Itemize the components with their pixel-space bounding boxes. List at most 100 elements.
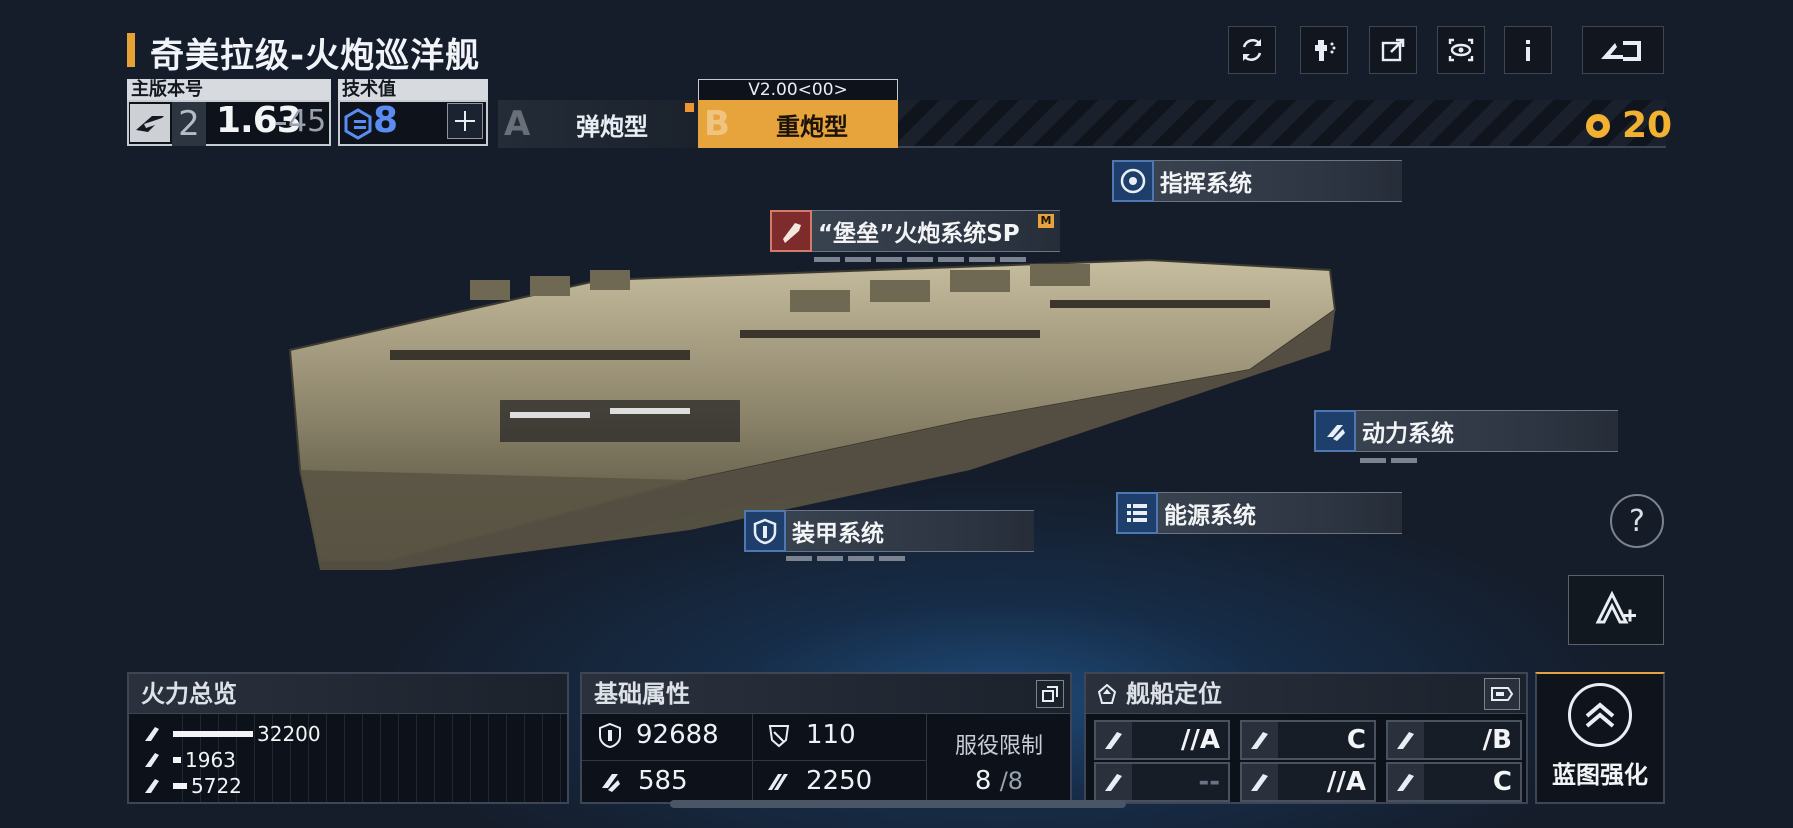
firepower-row: 5722 <box>143 774 242 798</box>
points-display: 20 <box>1584 105 1672 146</box>
mode-version-tag: V2.00<00> <box>698 79 898 101</box>
energy-shield-icon <box>602 774 620 792</box>
armor-value: 110 <box>806 720 856 750</box>
mode-b-letter: B <box>704 104 730 144</box>
weapon-icon <box>1096 722 1132 758</box>
plus-icon <box>455 111 475 131</box>
artillery-system-name: “堡垒”火炮系统SP <box>818 221 1020 247</box>
tab-mode-a[interactable]: A 弹炮型 <box>498 100 698 148</box>
back-button[interactable] <box>1582 26 1664 74</box>
firepower-value: 1963 <box>185 748 236 772</box>
refresh-icon <box>1242 38 1262 62</box>
shield-icon <box>1242 764 1278 800</box>
role-cell[interactable]: /B <box>1386 720 1522 760</box>
upgrade-button[interactable] <box>1568 575 1664 645</box>
energy-system-button[interactable]: 能源系统 <box>1116 492 1402 534</box>
gear-coin-icon <box>1586 113 1610 138</box>
hull-shield-icon <box>599 722 621 748</box>
notification-dot <box>685 103 694 112</box>
power-system-label: 动力系统 <box>1356 410 1618 452</box>
role-cell[interactable]: C <box>1386 762 1522 802</box>
shell-icon <box>770 210 812 252</box>
tech-add-button[interactable] <box>447 103 483 139</box>
speed-value: 2250 <box>806 766 873 796</box>
role-title-text: 舰船定位 <box>1126 680 1222 708</box>
scrollbar[interactable] <box>670 800 1126 808</box>
expand-button[interactable] <box>1036 680 1064 708</box>
version-sub: 45 <box>288 104 327 139</box>
refresh-button[interactable] <box>1228 26 1276 74</box>
role-cell[interactable]: -- <box>1094 762 1230 802</box>
list-icon <box>1116 492 1158 534</box>
help-button[interactable]: ? <box>1610 494 1664 548</box>
role-grade: //A <box>1180 725 1220 755</box>
firepower-bar <box>173 731 253 737</box>
armor-system-button[interactable]: 装甲系统 <box>744 510 1034 552</box>
page-title: 奇美拉级-火炮巡洋舰 <box>150 36 481 76</box>
info-icon <box>1526 40 1530 61</box>
armor-system-label: 装甲系统 <box>786 510 1034 552</box>
power-system-button[interactable]: 动力系统 <box>1314 410 1618 452</box>
title-accent <box>127 33 135 67</box>
stat-divider <box>752 714 753 804</box>
share-icon <box>1381 38 1405 62</box>
firepower-bar <box>173 783 187 789</box>
spray-icon <box>1315 40 1336 61</box>
points-value: 20 <box>1622 105 1673 146</box>
weapon-icon <box>1242 722 1278 758</box>
thruster-icon <box>1314 410 1356 452</box>
role-grade: C <box>1346 725 1366 755</box>
role-cell[interactable]: C <box>1240 720 1376 760</box>
firepower-row: 1963 <box>143 748 236 772</box>
hp-stat: 92688 <box>598 720 719 750</box>
blueprint-upgrade-button[interactable]: 蓝图强化 <box>1535 672 1665 804</box>
tech-value: 8 <box>373 100 399 141</box>
role-cell[interactable]: //A <box>1240 762 1376 802</box>
power-level-pips <box>1360 458 1417 463</box>
hp-value: 92688 <box>636 720 719 750</box>
mk-badge: M <box>1038 214 1054 228</box>
shield-stat: 585 <box>598 766 688 796</box>
back-icon <box>1601 41 1641 61</box>
mode-b-name: 重炮型 <box>776 112 848 141</box>
weapon-icon <box>1388 722 1424 758</box>
command-system-button[interactable]: 指挥系统 <box>1112 160 1402 202</box>
artillery-system-button[interactable]: “堡垒”火炮系统SP M <box>770 210 1060 252</box>
weapon-icon <box>145 779 159 793</box>
copy-icon <box>1042 686 1058 702</box>
base-stats-panel: 基础属性 92688 110 585 2250 服役限制 8 /8 <box>580 672 1072 804</box>
role-panel: 舰船定位 //A C/B -- //A C <box>1084 672 1528 804</box>
shield-icon <box>744 510 786 552</box>
eye-icon <box>1448 38 1474 62</box>
target-icon <box>1096 764 1132 800</box>
service-limit-value: 8 /8 <box>926 766 1072 796</box>
rank-up-icon <box>1595 590 1636 624</box>
artillery-system-label: “堡垒”火炮系统SP M <box>812 210 1060 252</box>
speed-icon <box>768 774 788 790</box>
paint-button[interactable] <box>1300 26 1348 74</box>
role-detail-button[interactable] <box>1484 678 1520 710</box>
firepower-panel: 火力总览 32200 1963 5722 <box>127 672 569 804</box>
view-button[interactable] <box>1437 26 1485 74</box>
stat-divider <box>582 760 926 761</box>
question-icon: ? <box>1629 503 1645 539</box>
artillery-level-pips <box>814 257 1026 262</box>
weapon-icon <box>145 727 159 741</box>
base-stats-title: 基础属性 <box>582 674 1070 714</box>
tech-icon <box>344 108 372 140</box>
role-grade: /B <box>1482 725 1512 755</box>
tab-mode-b[interactable]: B 重炮型 <box>698 100 898 148</box>
role-cell[interactable]: //A <box>1094 720 1230 760</box>
mode-a-letter: A <box>504 104 531 144</box>
firepower-row: 32200 <box>143 722 321 746</box>
share-button[interactable] <box>1369 26 1417 74</box>
fleet-icon <box>130 104 170 142</box>
energy-system-label: 能源系统 <box>1158 492 1402 534</box>
mode-a-name: 弹炮型 <box>576 112 648 141</box>
tech-label: 技术值 <box>338 79 488 100</box>
firepower-title: 火力总览 <box>129 674 567 714</box>
firepower-bar <box>173 757 181 763</box>
tag-icon <box>1491 687 1514 701</box>
role-title: 舰船定位 <box>1086 674 1526 714</box>
info-button[interactable] <box>1504 26 1552 74</box>
